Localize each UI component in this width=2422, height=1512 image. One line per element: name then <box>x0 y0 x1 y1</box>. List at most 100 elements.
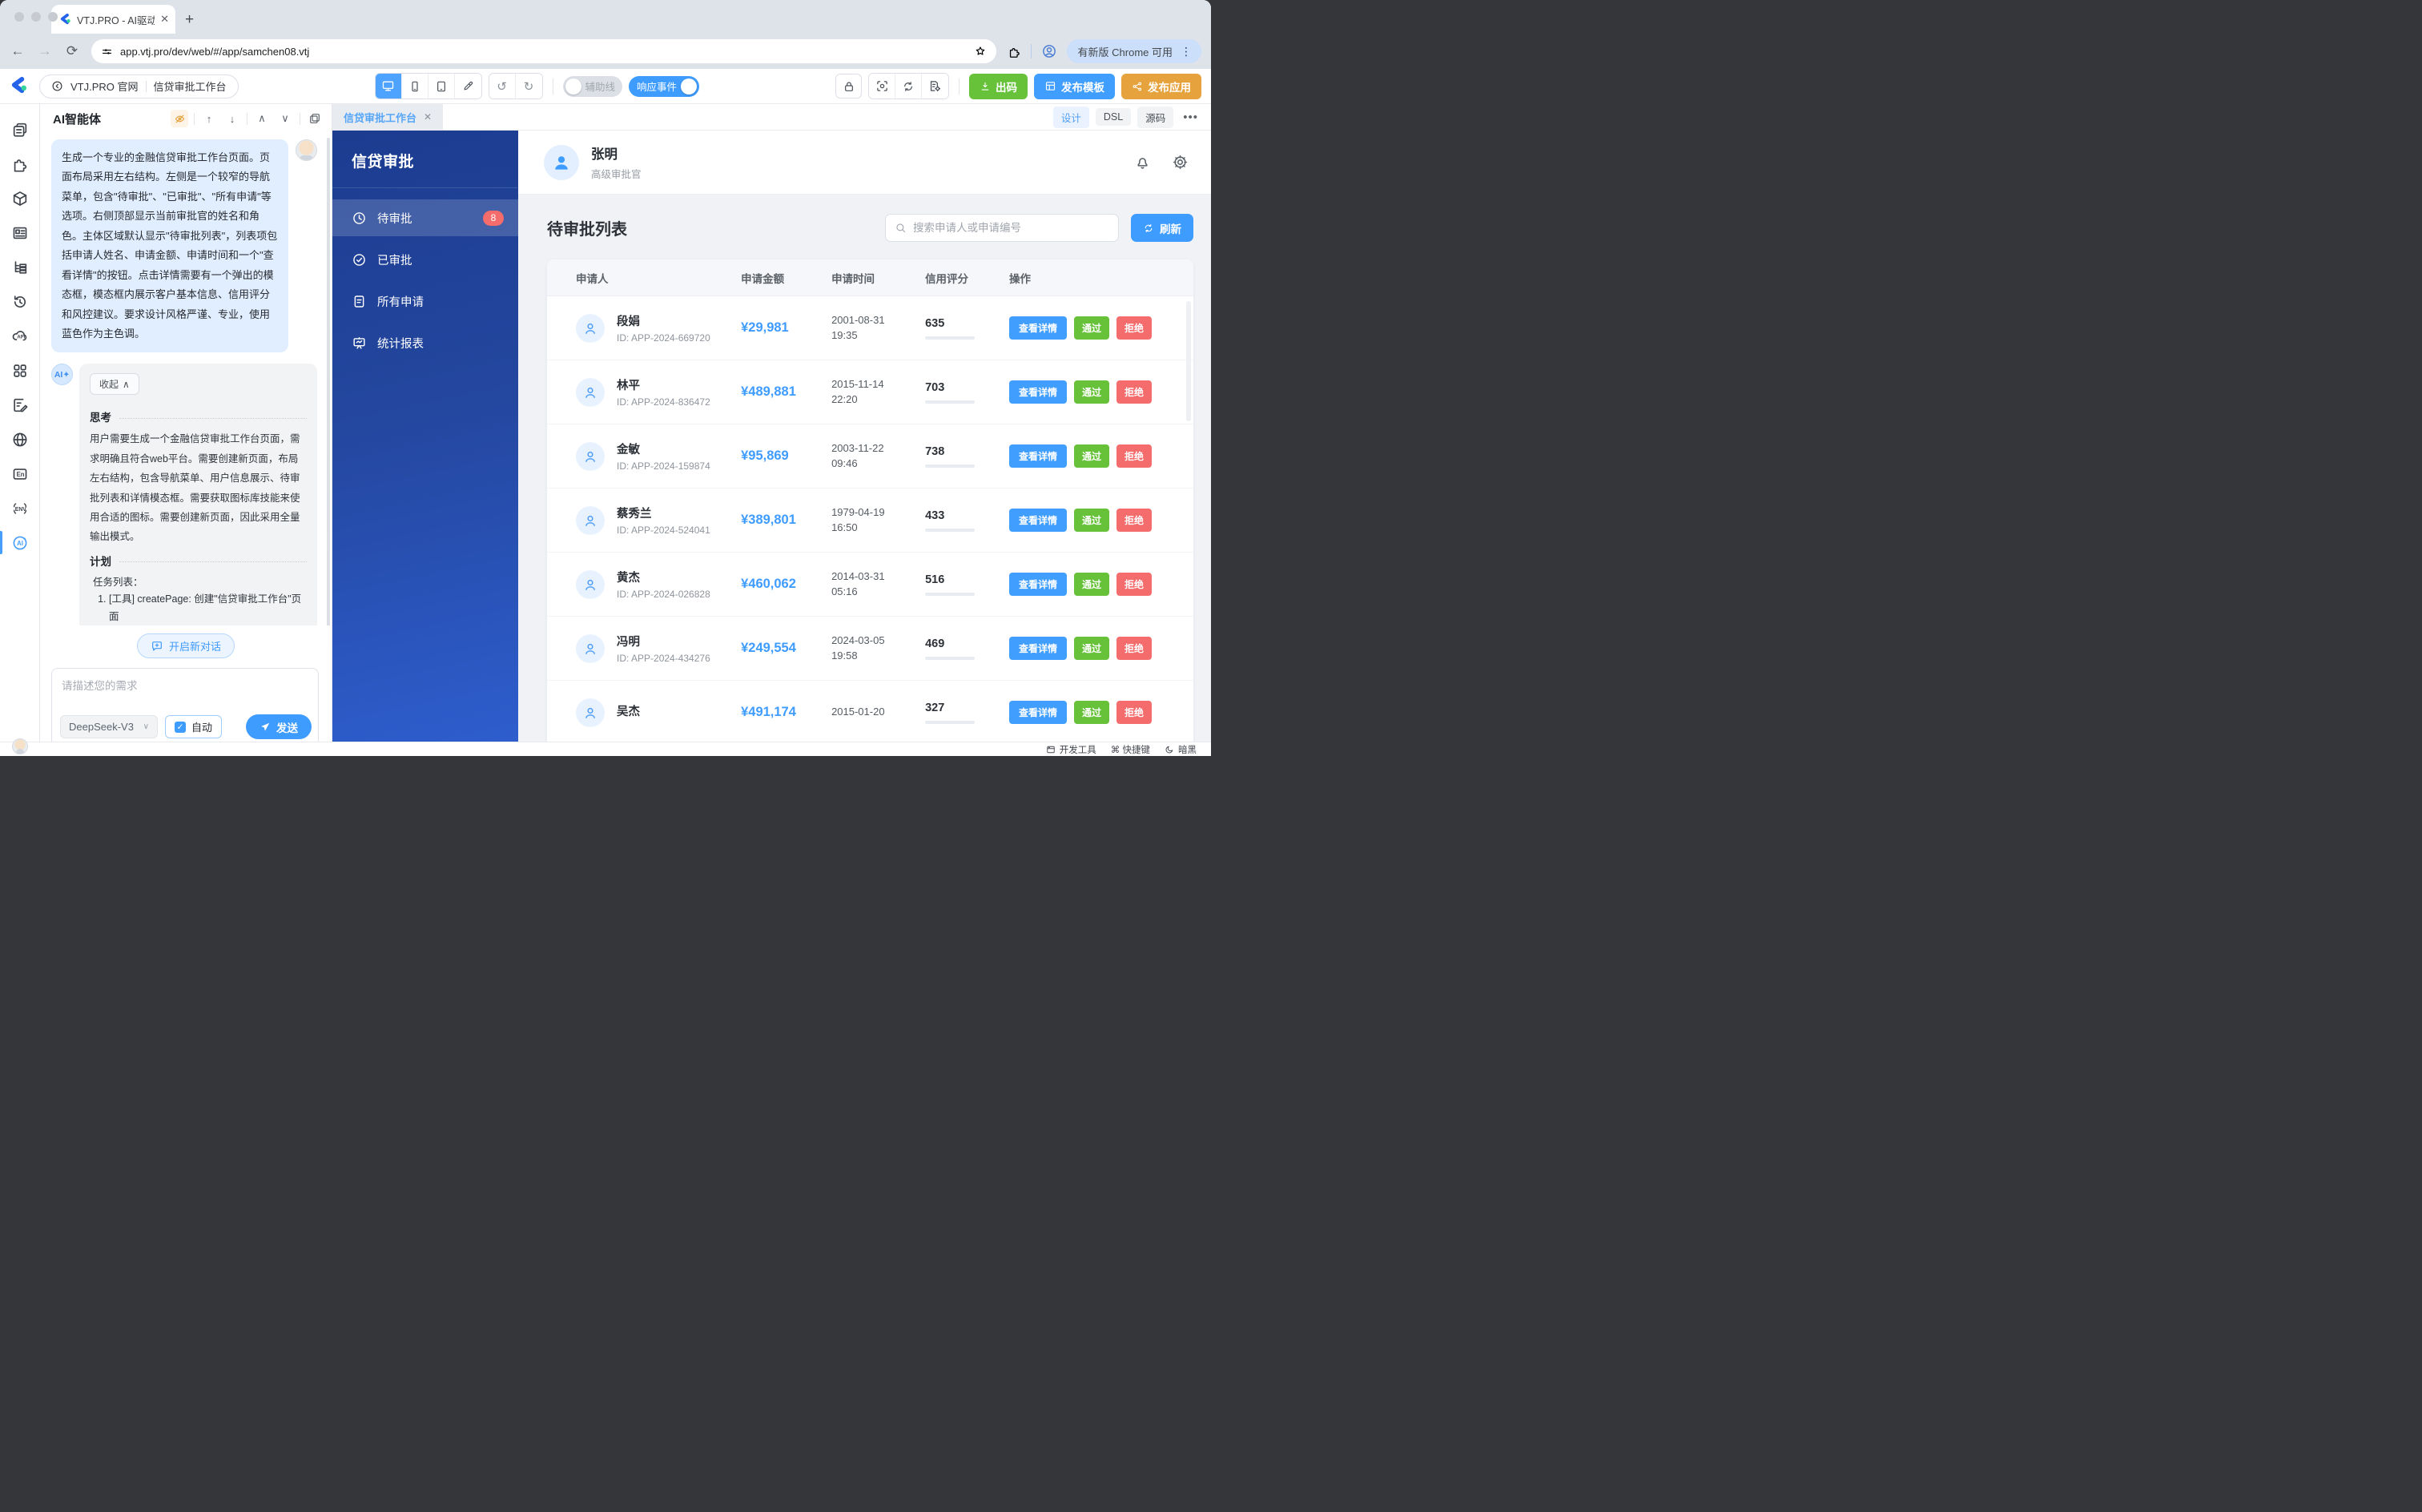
sidebar-item-统计报表[interactable]: 统计报表 <box>332 324 518 361</box>
view-detail-button[interactable]: 查看详情 <box>1008 316 1067 340</box>
scroll-bottom-icon[interactable]: ↓ <box>223 110 241 127</box>
mode-dsl-button[interactable]: DSL <box>1095 108 1132 126</box>
rail-item-layout-icon[interactable] <box>0 215 40 250</box>
search-input[interactable] <box>913 222 1109 234</box>
approve-button[interactable]: 通过 <box>1073 701 1109 724</box>
redo-button[interactable]: ↻ <box>515 74 542 99</box>
rail-item-blocks-icon[interactable] <box>0 147 40 181</box>
reject-button[interactable]: 拒绝 <box>1116 380 1153 404</box>
site-settings-icon[interactable] <box>101 46 113 58</box>
preview-focus-button[interactable] <box>869 74 895 99</box>
approve-button[interactable]: 通过 <box>1073 316 1109 340</box>
sidebar-item-已审批[interactable]: 已审批 <box>332 241 518 278</box>
forward-button[interactable]: → <box>37 43 53 59</box>
approve-button[interactable]: 通过 <box>1073 509 1109 532</box>
editor-tab-close-icon[interactable]: ✕ <box>424 111 432 123</box>
table-scrollbar[interactable] <box>1186 301 1191 421</box>
rail-item-apps-icon[interactable] <box>0 353 40 388</box>
new-tab-button[interactable]: + <box>185 11 194 29</box>
shortcuts-button[interactable]: ⌘ 快捷键 <box>1111 743 1150 756</box>
dark-mode-button[interactable]: 暗黑 <box>1165 743 1197 756</box>
account-avatar[interactable] <box>12 738 28 754</box>
scroll-top-icon[interactable]: ↑ <box>200 110 218 127</box>
reject-button[interactable]: 拒绝 <box>1116 509 1153 532</box>
site-link[interactable]: VTJ.PRO 官网 <box>70 78 139 94</box>
reject-button[interactable]: 拒绝 <box>1116 701 1153 724</box>
view-detail-button[interactable]: 查看详情 <box>1008 509 1067 532</box>
reject-button[interactable]: 拒绝 <box>1116 637 1153 660</box>
view-detail-button[interactable]: 查看详情 <box>1008 701 1067 724</box>
notification-bell-icon[interactable] <box>1134 154 1151 171</box>
publish-app-button[interactable]: 发布应用 <box>1121 73 1201 99</box>
auto-checkbox[interactable]: ✓ 自动 <box>165 715 223 738</box>
approve-button[interactable]: 通过 <box>1073 573 1109 596</box>
view-detail-button[interactable]: 查看详情 <box>1008 637 1067 660</box>
desktop-view-button[interactable] <box>375 74 402 99</box>
prev-message-icon[interactable]: ∧ <box>253 110 271 127</box>
extensions-icon[interactable] <box>1008 45 1021 58</box>
breadcrumb[interactable]: VTJ.PRO 官网 信贷审批工作台 <box>39 74 239 99</box>
rail-item-pages-icon[interactable] <box>0 112 40 147</box>
rail-item-api-icon[interactable]: API <box>0 319 40 353</box>
page-settings-button[interactable] <box>922 74 948 99</box>
reject-button[interactable]: 拒绝 <box>1116 316 1153 340</box>
bookmark-star-icon[interactable] <box>974 45 987 58</box>
chat-scroll-area[interactable]: 生成一个专业的金融信贷审批工作台页面。页面布局采用左右结构。左侧是一个较窄的导航… <box>40 133 332 625</box>
profile-icon[interactable] <box>1041 43 1057 59</box>
prompt-input[interactable] <box>52 669 318 706</box>
phone-view-button[interactable] <box>401 74 428 99</box>
back-button[interactable]: ← <box>10 43 26 59</box>
edit-mode-button[interactable] <box>454 74 481 99</box>
rail-item-lang-icon[interactable]: En <box>0 456 40 491</box>
chat-history-icon[interactable] <box>306 110 324 127</box>
tablet-view-button[interactable] <box>428 74 455 99</box>
respond-events-toggle[interactable]: 响应事件 <box>629 75 700 97</box>
rail-item-ai-icon[interactable]: AI <box>0 525 40 560</box>
window-controls[interactable] <box>14 12 58 22</box>
next-message-icon[interactable]: ∨ <box>276 110 294 127</box>
publish-template-button[interactable]: 发布模板 <box>1034 73 1115 99</box>
new-chat-button[interactable]: 开启新对话 <box>136 633 235 658</box>
collapse-button[interactable]: 收起 ∧ <box>90 373 139 396</box>
rail-item-history-icon[interactable] <box>0 284 40 319</box>
editor-tab-active[interactable]: 信贷审批工作台 ✕ <box>332 103 444 131</box>
reject-button[interactable]: 拒绝 <box>1116 444 1153 468</box>
tab-close-icon[interactable]: ✕ <box>160 13 169 26</box>
refresh-button[interactable]: 刷新 <box>1131 214 1193 242</box>
chrome-update-button[interactable]: 有新版 Chrome 可用 ⋮ <box>1066 39 1201 63</box>
mode-design-button[interactable]: 设计 <box>1052 106 1089 128</box>
back-circle-icon[interactable] <box>51 80 63 92</box>
rail-item-form-icon[interactable] <box>0 388 40 422</box>
approve-button[interactable]: 通过 <box>1073 380 1109 404</box>
lock-button[interactable] <box>835 74 862 99</box>
guide-lines-toggle[interactable]: 辅助线 <box>562 75 623 97</box>
url-bar[interactable]: app.vtj.pro/dev/web/#/app/samchen08.vtj <box>91 39 996 63</box>
sidebar-item-所有申请[interactable]: 所有申请 <box>332 283 518 320</box>
rail-item-env-icon[interactable]: ENV <box>0 491 40 525</box>
editor-more-icon[interactable]: ••• <box>1180 111 1201 124</box>
chat-scrollbar[interactable] <box>327 138 330 625</box>
rail-item-tree-icon[interactable] <box>0 250 40 284</box>
export-code-button[interactable]: 出码 <box>969 73 1028 99</box>
hide-preview-icon[interactable] <box>171 110 188 127</box>
rail-item-box-icon[interactable] <box>0 181 40 215</box>
sidebar-item-待审批[interactable]: 待审批 8 <box>332 199 518 236</box>
browser-menu-icon[interactable]: ⋮ <box>1181 45 1192 58</box>
send-button[interactable]: 发送 <box>246 714 312 739</box>
mode-source-button[interactable]: 源码 <box>1137 106 1174 128</box>
search-box[interactable] <box>885 214 1119 242</box>
reload-button[interactable]: ⟳ <box>64 43 80 59</box>
reject-button[interactable]: 拒绝 <box>1116 573 1153 596</box>
approve-button[interactable]: 通过 <box>1073 637 1109 660</box>
settings-gear-icon[interactable] <box>1172 154 1189 171</box>
model-select[interactable]: DeepSeek-V3 ∨ <box>60 715 158 738</box>
view-detail-button[interactable]: 查看详情 <box>1008 444 1067 468</box>
browser-tab[interactable]: VTJ.PRO - AI驱动的低代码开发 ✕ <box>51 5 175 34</box>
approve-button[interactable]: 通过 <box>1073 444 1109 468</box>
view-detail-button[interactable]: 查看详情 <box>1008 380 1067 404</box>
dev-tools-button[interactable]: 开发工具 <box>1046 743 1096 756</box>
sync-button[interactable] <box>895 74 922 99</box>
undo-button[interactable]: ↺ <box>489 74 516 99</box>
view-detail-button[interactable]: 查看详情 <box>1008 573 1067 596</box>
rail-item-globe-icon[interactable] <box>0 422 40 456</box>
